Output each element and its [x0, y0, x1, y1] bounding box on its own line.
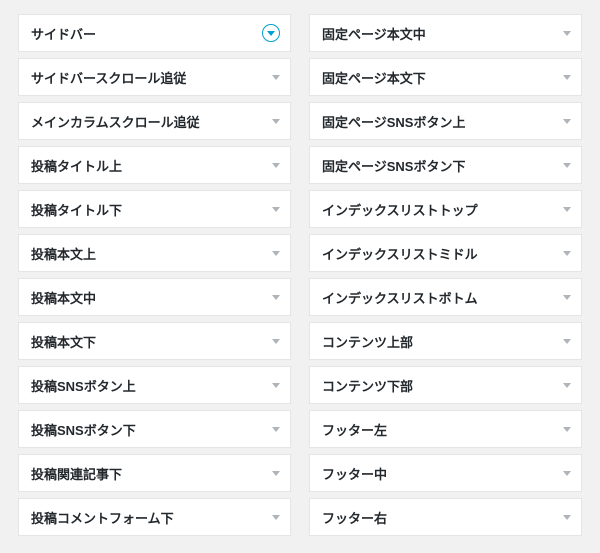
widget-area-label: 投稿本文下 [31, 332, 96, 351]
chevron-down-icon [563, 471, 571, 476]
widget-area-grid: サイドバー 固定ページ本文中サイドバースクロール追従 固定ページ本文下メインカラムス… [18, 14, 582, 536]
widget-area-label: フッター左 [322, 420, 387, 439]
widget-area-label: インデックスリストトップ [322, 200, 478, 219]
widget-area-item[interactable]: フッター左 [309, 410, 582, 448]
chevron-down-icon [563, 251, 571, 256]
widget-area-label: 固定ページSNSボタン下 [322, 156, 465, 175]
widget-area-item[interactable]: コンテンツ下部 [309, 366, 582, 404]
widget-area-item[interactable]: 投稿本文中 [18, 278, 291, 316]
widget-area-label: フッター中 [322, 464, 387, 483]
chevron-down-icon [272, 75, 280, 80]
chevron-down-icon [563, 119, 571, 124]
widget-area-item[interactable]: インデックスリストミドル [309, 234, 582, 272]
widget-area-item[interactable]: メインカラムスクロール追従 [18, 102, 291, 140]
chevron-down-icon [563, 31, 571, 36]
widget-area-label: 投稿本文中 [31, 288, 96, 307]
widget-area-item[interactable]: フッター右 [309, 498, 582, 536]
widget-area-label: インデックスリストボトム [322, 288, 478, 307]
chevron-down-circle-icon [262, 24, 280, 42]
widget-area-item[interactable]: インデックスリストボトム [309, 278, 582, 316]
widget-area-label: メインカラムスクロール追従 [31, 112, 200, 131]
widget-area-item[interactable]: フッター中 [309, 454, 582, 492]
chevron-down-icon [272, 295, 280, 300]
chevron-down-icon [272, 251, 280, 256]
chevron-down-icon [563, 383, 571, 388]
chevron-down-icon [563, 207, 571, 212]
widget-area-label: コンテンツ下部 [322, 376, 413, 395]
widget-area-label: 投稿SNSボタン下 [31, 420, 136, 439]
chevron-down-icon [272, 427, 280, 432]
widget-area-item[interactable]: コンテンツ上部 [309, 322, 582, 360]
chevron-down-icon [272, 383, 280, 388]
chevron-down-icon [563, 295, 571, 300]
widget-area-label: 投稿コメントフォーム下 [31, 508, 174, 527]
widget-area-label: サイドバー [31, 24, 96, 43]
widget-area-item[interactable]: 投稿本文下 [18, 322, 291, 360]
chevron-down-icon [563, 427, 571, 432]
widget-area-item[interactable]: サイドバースクロール追従 [18, 58, 291, 96]
chevron-down-icon [272, 207, 280, 212]
widget-area-item[interactable]: サイドバー [18, 14, 291, 52]
widget-area-label: サイドバースクロール追従 [31, 68, 186, 87]
widget-area-label: 投稿関連記事下 [31, 464, 122, 483]
widget-area-label: 投稿SNSボタン上 [31, 376, 136, 395]
widget-area-item[interactable]: 投稿SNSボタン下 [18, 410, 291, 448]
widget-area-label: コンテンツ上部 [322, 332, 413, 351]
widget-area-label: 固定ページ本文下 [322, 68, 426, 87]
widget-area-item[interactable]: 投稿関連記事下 [18, 454, 291, 492]
widget-area-item[interactable]: 投稿コメントフォーム下 [18, 498, 291, 536]
chevron-down-icon [563, 163, 571, 168]
widget-area-item[interactable]: 投稿SNSボタン上 [18, 366, 291, 404]
widget-area-label: フッター右 [322, 508, 387, 527]
widget-area-label: 投稿タイトル下 [31, 200, 122, 219]
chevron-down-icon [272, 163, 280, 168]
chevron-down-icon [272, 515, 280, 520]
widget-area-label: 固定ページSNSボタン上 [322, 112, 465, 131]
widget-area-item[interactable]: 投稿タイトル上 [18, 146, 291, 184]
chevron-down-icon [272, 119, 280, 124]
widget-area-item[interactable]: 投稿本文上 [18, 234, 291, 272]
widget-area-label: 投稿本文上 [31, 244, 96, 263]
widget-area-label: 投稿タイトル上 [31, 156, 122, 175]
widget-area-label: 固定ページ本文中 [322, 24, 426, 43]
chevron-down-icon [563, 339, 571, 344]
widget-area-item[interactable]: 固定ページ本文下 [309, 58, 582, 96]
widget-area-item[interactable]: 投稿タイトル下 [18, 190, 291, 228]
widget-area-item[interactable]: 固定ページSNSボタン下 [309, 146, 582, 184]
widget-area-item[interactable]: 固定ページSNSボタン上 [309, 102, 582, 140]
chevron-down-icon [272, 339, 280, 344]
widget-area-item[interactable]: 固定ページ本文中 [309, 14, 582, 52]
chevron-down-icon [563, 75, 571, 80]
chevron-down-icon [563, 515, 571, 520]
widget-area-item[interactable]: インデックスリストトップ [309, 190, 582, 228]
widget-area-label: インデックスリストミドル [322, 244, 478, 263]
chevron-down-icon [272, 471, 280, 476]
